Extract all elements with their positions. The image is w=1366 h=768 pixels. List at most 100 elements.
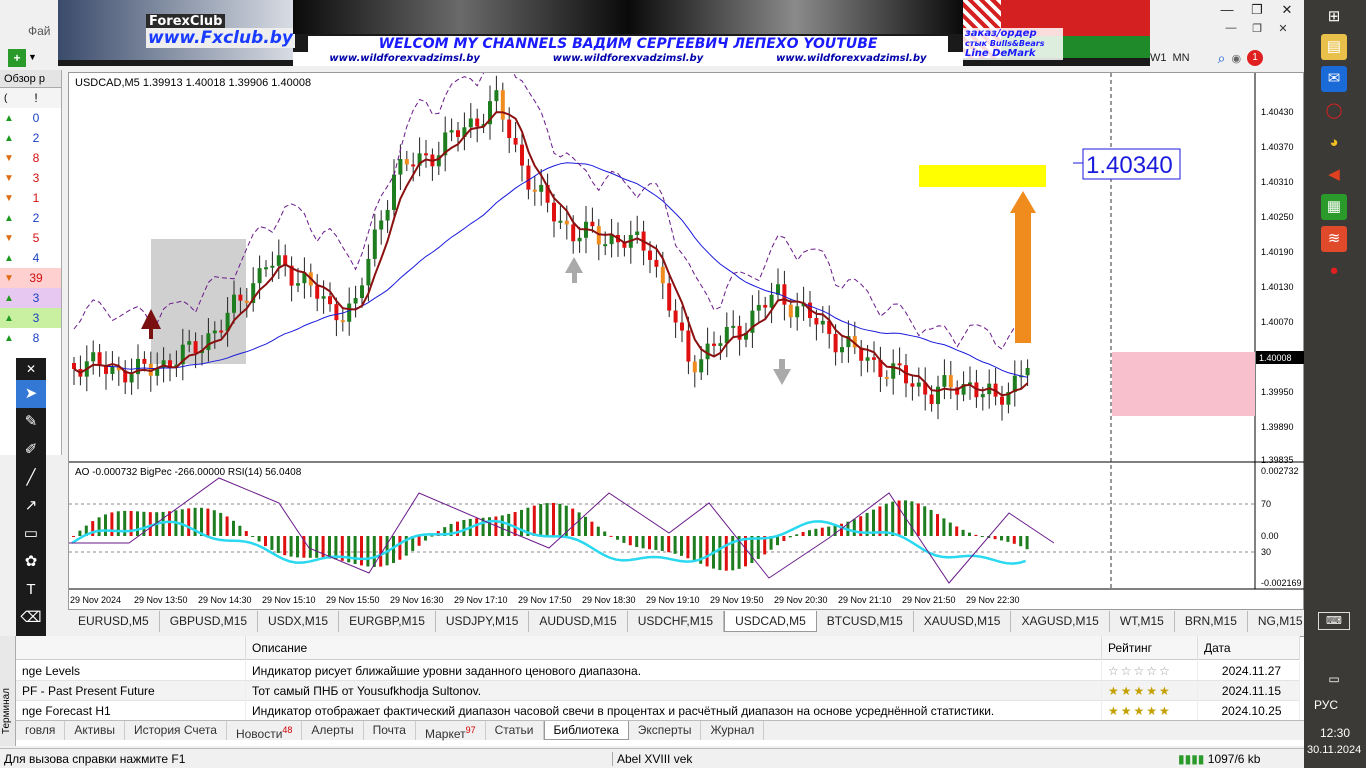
library-row[interactable]: nge Forecast H1 Индикатор отображает факт… [16,701,1300,721]
market-watch-row[interactable]: ▼ 5 [0,228,61,248]
outlook-icon[interactable]: ✉ [1321,66,1347,92]
ray-icon[interactable]: ↗ [16,492,46,520]
library-row[interactable]: PF - Past Present Future Тот самый ПНБ от… [16,681,1300,701]
candle-body [404,159,409,165]
symbol-tab[interactable]: USDX,M15 [258,611,340,632]
market-watch-row[interactable]: ▼ 1 [0,188,61,208]
restore-button[interactable]: ❐ [1242,0,1272,20]
candle-body [635,231,640,235]
symbol-tab[interactable]: EURGBP,M15 [339,611,436,632]
symbol-tab[interactable]: BRN,M15 [1175,611,1248,632]
market-watch-row[interactable]: ▲ 4 [0,248,61,268]
tf-w1-button[interactable]: W1 [1150,52,1167,64]
record-icon[interactable]: ● [1321,258,1347,284]
text-icon[interactable]: T [16,576,46,604]
notification-badge[interactable]: 1 [1247,50,1264,66]
keyboard-icon[interactable]: ⌨ [1318,612,1350,630]
language-indicator[interactable]: РУС [1314,698,1338,712]
col-symbol[interactable]: ( [4,93,22,104]
user-icon[interactable]: ◉ [1231,52,1241,65]
mdi-minimize-button[interactable]: — [1220,22,1242,40]
col-description[interactable]: Описание [246,636,1102,660]
symbol-tab[interactable]: XAGUSD,M15 [1011,611,1110,632]
chart-window[interactable]: 1.40430 1.40370 1.40310 1.40250 1.40190 1.401… [68,72,1305,611]
market-watch-row[interactable]: ▲ 0 [0,108,61,128]
ao-bar [500,515,504,536]
ao-bar [97,517,101,536]
new-chart-icon[interactable]: + [8,49,26,67]
market-watch-row[interactable]: ▲ 2 [0,208,61,228]
mdi-restore-button[interactable]: ❐ [1246,22,1268,40]
rectangle-icon[interactable]: ▭ [16,520,46,548]
explorer-icon[interactable]: ▤ [1321,34,1347,60]
terminal-tab[interactable]: История Счета [125,721,227,740]
grey-arrow-down [773,359,791,385]
terminal-tab[interactable]: говля [16,721,66,740]
market-watch-row[interactable]: ▲ 8 [0,328,61,348]
market-watch-row[interactable]: ▲ 3 [0,288,61,308]
windows-icon[interactable]: ⊞ [1321,4,1347,30]
market-watch-row[interactable]: ▲ 3 [0,308,61,328]
tf-mn-button[interactable]: MN [1173,52,1190,64]
col-date[interactable]: Дата [1198,636,1300,660]
line-icon[interactable]: ╱ [16,464,46,492]
symbol-tab[interactable]: GBPUSD,M15 [160,611,259,632]
market-watch-value: 2 [32,131,40,145]
candle-body [142,358,147,364]
status-profile[interactable]: Abel XVIII vek [612,752,692,766]
symbol-tab[interactable]: USDJPY,M15 [436,611,530,632]
terminal-tab[interactable]: Статьи [486,721,544,740]
market-watch-row[interactable]: ▼ 3 [0,168,61,188]
market-watch-row[interactable]: ▼ 39 [0,268,61,288]
price-chart[interactable]: 1.40430 1.40370 1.40310 1.40250 1.40190 1.401… [69,73,1305,611]
toolbar-left: + ▼ [0,46,58,70]
close-icon[interactable]: ✕ [16,358,46,380]
marker-icon[interactable]: ✐ [16,436,46,464]
speaker-icon[interactable]: ◀ [1321,162,1347,188]
terminal-tab[interactable]: Алерты [302,721,364,740]
terminal-tab[interactable]: Журнал [701,721,765,740]
chrome-icon[interactable]: ◕ [1321,130,1347,156]
terminal-tab[interactable]: Маркет97 [416,721,486,741]
symbol-tab[interactable]: EURUSD,M5 [68,611,160,632]
time-axis-label: 29 Nov 14:30 [198,595,252,605]
market-watch-header[interactable]: Обзор р [0,70,61,88]
menu-file[interactable]: Фай [28,24,51,38]
col-bang[interactable]: ! [22,91,50,105]
col-name[interactable] [16,636,246,660]
library-row[interactable]: nge Levels Индикатор рисует ближайшие уро… [16,661,1300,681]
terminal-tab[interactable]: Новости48 [227,721,303,741]
symbol-tab[interactable]: USDCHF,M15 [628,611,725,632]
market-watch-row[interactable]: ▼ 8 [0,148,61,168]
symbol-tab[interactable]: BTCUSD,M15 [817,611,914,632]
banner-links: www.wildforexvadzimsl.by www.wildforexva… [293,52,963,66]
mdi-close-button[interactable]: ✕ [1272,22,1294,40]
terminal-tab[interactable]: Библиотека [543,721,629,740]
network-icon[interactable]: ▭ [1321,666,1347,692]
symbol-tab[interactable]: USDCAD,M5 [724,611,817,632]
ao-bar [628,536,632,546]
mt4-icon[interactable]: ≋ [1321,226,1347,252]
market-watch-row[interactable]: ▲ 2 [0,128,61,148]
ao-bar [129,510,133,536]
terminal-tab[interactable]: Активы [65,721,125,740]
clock-time[interactable]: 12:30 [1320,726,1350,740]
minimize-button[interactable]: — [1212,0,1242,20]
calculator-icon[interactable]: ▦ [1321,194,1347,220]
pen-icon[interactable]: ✎ [16,408,46,436]
status-connection[interactable]: ▮▮▮▮ 1097/6 kb [1178,752,1260,766]
search-icon[interactable]: ⌕ [1218,50,1226,67]
shapes-icon[interactable]: ✿ [16,548,46,576]
symbol-tab[interactable]: WT,M15 [1110,611,1175,632]
dropdown-icon[interactable]: ▼ [28,52,37,62]
eraser-icon[interactable]: ⌫ [16,604,46,632]
symbol-tab[interactable]: XAUUSD,M15 [914,611,1012,632]
opera-icon[interactable]: ◯ [1321,98,1347,124]
close-button[interactable]: ✕ [1272,0,1302,20]
symbol-tab[interactable]: AUDUSD,M15 [529,611,628,632]
clock-date[interactable]: 30.11.2024 [1307,744,1361,756]
terminal-tab[interactable]: Почта [364,721,416,740]
col-rating[interactable]: Рейтинг [1102,636,1198,660]
cursor-icon[interactable]: ➤ [16,380,46,408]
terminal-tab[interactable]: Эксперты [629,721,702,740]
